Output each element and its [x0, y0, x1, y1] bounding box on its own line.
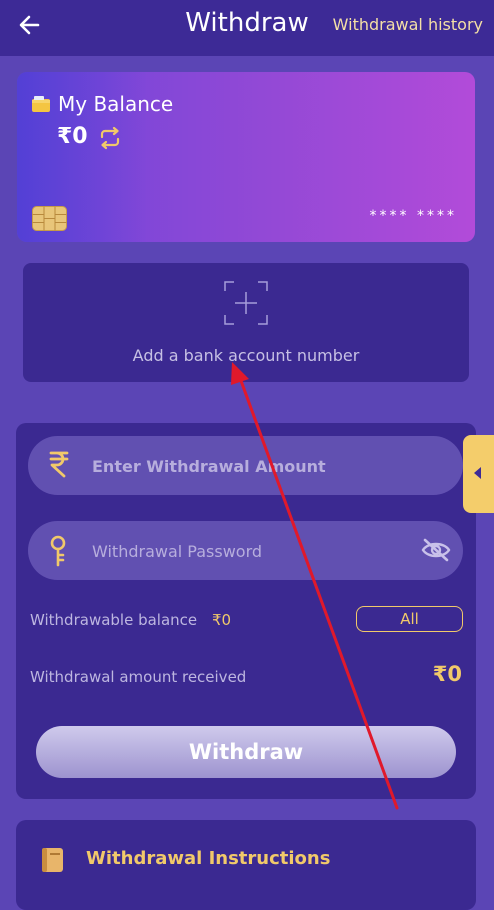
add-icon — [224, 281, 268, 325]
withdrawal-instructions-section[interactable]: Withdrawal Instructions — [16, 820, 476, 910]
amount-received-value: ₹0 — [432, 662, 462, 686]
withdrawal-password-input[interactable] — [90, 521, 394, 582]
withdraw-button[interactable]: Withdraw — [36, 726, 456, 778]
header: Withdraw Withdrawal history — [0, 0, 494, 56]
withdrawal-amount-input[interactable] — [90, 436, 394, 497]
withdrawable-balance-value: ₹0 — [212, 611, 232, 629]
balance-card: My Balance ₹0 **** **** — [17, 72, 475, 242]
refresh-icon[interactable] — [97, 126, 123, 150]
chevron-left-icon — [474, 467, 481, 479]
card-number-mask: **** **** — [369, 208, 457, 224]
book-icon — [42, 848, 63, 872]
rupee-icon — [49, 451, 69, 478]
add-bank-account-button[interactable]: Add a bank account number — [23, 263, 469, 382]
amount-received-label: Withdrawal amount received — [30, 668, 247, 686]
add-bank-account-label: Add a bank account number — [132, 346, 360, 365]
key-icon — [50, 535, 66, 567]
password-field — [28, 521, 463, 582]
instructions-title: Withdrawal Instructions — [86, 848, 331, 869]
withdrawable-balance-label: Withdrawable balance — [30, 611, 198, 629]
wallet-icon — [32, 96, 50, 112]
balance-amount: ₹0 — [57, 124, 88, 149]
back-arrow-icon — [19, 15, 40, 35]
amount-field — [28, 436, 463, 497]
back-button[interactable] — [16, 10, 48, 40]
side-drawer-tab[interactable] — [463, 435, 494, 513]
chip-icon — [32, 206, 67, 231]
eye-off-icon[interactable] — [421, 538, 451, 562]
all-button[interactable]: All — [356, 606, 463, 632]
withdraw-form: Withdrawable balance ₹0 All Withdrawal a… — [16, 423, 476, 799]
balance-label: My Balance — [58, 92, 174, 116]
withdrawal-history-link[interactable]: Withdrawal history — [333, 15, 483, 34]
